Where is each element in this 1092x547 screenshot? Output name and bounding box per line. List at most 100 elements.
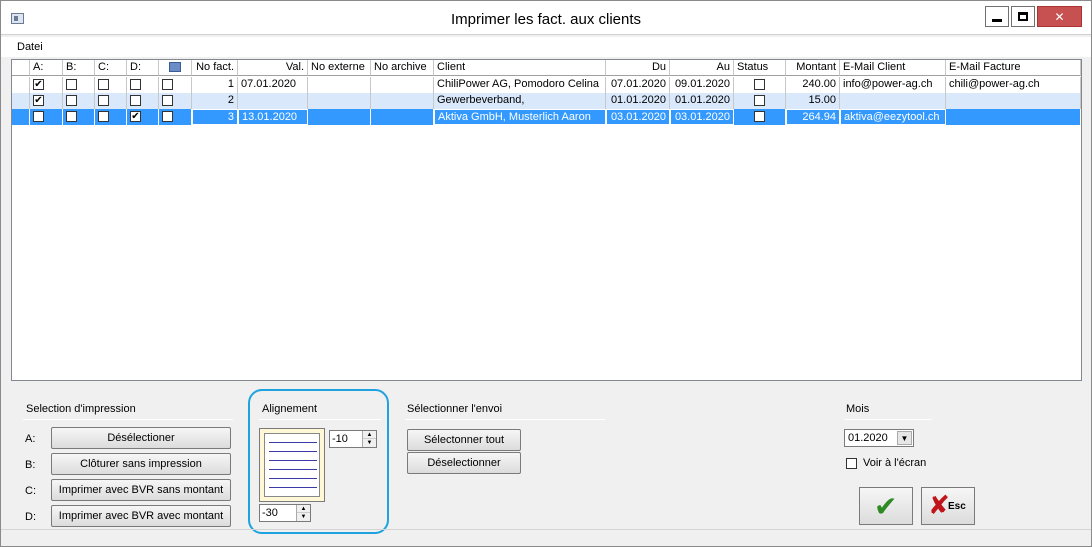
check-email[interactable]	[162, 79, 173, 91]
check-b-cell[interactable]	[63, 109, 95, 125]
check-c-cell[interactable]	[95, 109, 127, 125]
val-cell: 07.01.2020	[238, 77, 308, 93]
row-indicator	[12, 77, 30, 93]
no-externe-cell	[308, 77, 371, 93]
close-without-print-button[interactable]: Clôturer sans impression	[51, 453, 231, 475]
email-client-cell: info@power-ag.ch	[840, 77, 946, 93]
table-row-selected[interactable]: ✔ 3 13.01.2020 Aktiva GmbH, Musterlich A…	[12, 109, 1081, 125]
check-b[interactable]	[66, 79, 77, 91]
check-a-cell[interactable]	[30, 109, 63, 125]
client-cell: Aktiva GmbH, Musterlich Aaron	[434, 109, 606, 125]
col-d-header[interactable]: D:	[127, 60, 159, 76]
selection-letter-a: A:	[25, 433, 36, 445]
month-select[interactable]: 01.2020 ▼	[844, 429, 914, 447]
check-email[interactable]	[162, 111, 173, 123]
check-a[interactable]: ✔	[33, 79, 44, 91]
send-title: Sélectionner l'envoi	[407, 403, 503, 415]
spin-down-icon[interactable]: ▼	[297, 513, 310, 521]
du-cell: 03.01.2020	[606, 109, 670, 125]
print-bvr-with-amount-button[interactable]: Imprimer avec BVR avec montant	[51, 505, 231, 527]
menu-file[interactable]: Datei	[17, 41, 43, 53]
status-cell[interactable]	[734, 93, 786, 109]
check-email-cell[interactable]	[159, 93, 192, 109]
cancel-icon: ✘	[928, 490, 950, 520]
check-a[interactable]: ✔	[33, 95, 44, 107]
check-b-cell[interactable]	[63, 93, 95, 109]
selection-title: Selection d'impression	[26, 403, 136, 415]
col-status-header[interactable]: Status	[734, 60, 786, 76]
check-c[interactable]	[98, 79, 109, 91]
col-a-header[interactable]: A:	[30, 60, 63, 76]
col-email-client-header[interactable]: E-Mail Client	[840, 60, 946, 76]
check-email[interactable]	[162, 95, 173, 107]
col-client-header[interactable]: Client	[434, 60, 606, 76]
vertical-offset-stepper[interactable]: -30 ▲ ▼	[259, 504, 311, 522]
no-fact-cell: 1	[192, 77, 238, 93]
maximize-icon	[1018, 12, 1028, 21]
col-montant-header[interactable]: Montant	[786, 60, 840, 76]
check-c-cell[interactable]	[95, 77, 127, 93]
status-cell[interactable]	[734, 77, 786, 93]
spin-down-icon[interactable]: ▼	[363, 439, 376, 447]
check-b[interactable]	[66, 111, 77, 123]
deselect-send-button[interactable]: Déselectionner	[407, 452, 521, 474]
maximize-button[interactable]	[1011, 6, 1035, 27]
status-checkbox[interactable]	[754, 111, 765, 123]
spin-up-icon[interactable]: ▲	[363, 431, 376, 439]
col-du-header[interactable]: Du	[606, 60, 670, 76]
minimize-button[interactable]	[985, 6, 1009, 27]
col-email-header[interactable]	[159, 60, 192, 76]
check-d[interactable]	[130, 95, 141, 107]
col-au-header[interactable]: Au	[670, 60, 734, 76]
check-d-cell[interactable]	[127, 93, 159, 109]
col-val-header[interactable]: Val.	[238, 60, 308, 76]
row-indicator	[12, 93, 30, 109]
table-header: A: B: C: D: No fact. Val. No externe No …	[12, 60, 1081, 76]
horizontal-spin-buttons[interactable]: ▲ ▼	[362, 431, 376, 447]
status-checkbox[interactable]	[754, 95, 765, 107]
check-c-cell[interactable]	[95, 93, 127, 109]
vertical-spin-buttons[interactable]: ▲ ▼	[296, 505, 310, 521]
deselect-button[interactable]: Désélectioner	[51, 427, 231, 449]
table-row[interactable]: ✔ 1 07.01.2020 ChiliPower AG, Pomodoro C…	[12, 77, 1081, 93]
col-no-externe-header[interactable]: No externe	[308, 60, 371, 76]
invoice-table[interactable]: A: B: C: D: No fact. Val. No externe No …	[11, 59, 1082, 381]
col-no-archive-header[interactable]: No archive	[371, 60, 434, 76]
col-c-header[interactable]: C:	[95, 60, 127, 76]
status-bar	[1, 529, 1091, 546]
close-button[interactable]: ✕	[1037, 6, 1082, 27]
vertical-offset-value[interactable]: -30	[262, 507, 278, 519]
check-a-cell[interactable]: ✔	[30, 93, 63, 109]
horizontal-offset-stepper[interactable]: -10 ▲ ▼	[329, 430, 377, 448]
status-checkbox[interactable]	[754, 79, 765, 91]
no-archive-cell	[371, 93, 434, 109]
check-d-cell[interactable]	[127, 77, 159, 93]
col-b-header[interactable]: B:	[63, 60, 95, 76]
ok-button[interactable]: ✔	[859, 487, 913, 525]
horizontal-offset-value[interactable]: -10	[332, 433, 348, 445]
col-email-facture-header[interactable]: E-Mail Facture	[946, 60, 1081, 76]
check-c[interactable]	[98, 95, 109, 107]
esc-button[interactable]: ✘ Esc	[921, 487, 975, 525]
col-no-fact-header[interactable]: No fact.	[192, 60, 238, 76]
select-all-button[interactable]: Sélectonner tout	[407, 429, 521, 451]
check-d-cell[interactable]: ✔	[127, 109, 159, 125]
status-cell[interactable]	[734, 109, 786, 125]
no-fact-cell: 3	[192, 109, 238, 125]
print-bvr-without-amount-button[interactable]: Imprimer avec BVR sans montant	[51, 479, 231, 501]
check-d[interactable]: ✔	[130, 111, 141, 123]
spin-up-icon[interactable]: ▲	[297, 505, 310, 513]
check-a-cell[interactable]: ✔	[30, 77, 63, 93]
check-email-cell[interactable]	[159, 77, 192, 93]
au-cell: 01.01.2020	[670, 93, 734, 109]
chevron-down-icon[interactable]: ▼	[897, 431, 912, 445]
check-d[interactable]	[130, 79, 141, 91]
preview-line	[269, 478, 317, 479]
check-c[interactable]	[98, 111, 109, 123]
show-on-screen-checkbox[interactable]	[846, 458, 857, 469]
check-email-cell[interactable]	[159, 109, 192, 125]
check-a[interactable]	[33, 111, 44, 123]
check-b[interactable]	[66, 95, 77, 107]
table-row[interactable]: ✔ 2 Gewerbeverband, 01.01.2020 01.01.202…	[12, 93, 1081, 109]
check-b-cell[interactable]	[63, 77, 95, 93]
